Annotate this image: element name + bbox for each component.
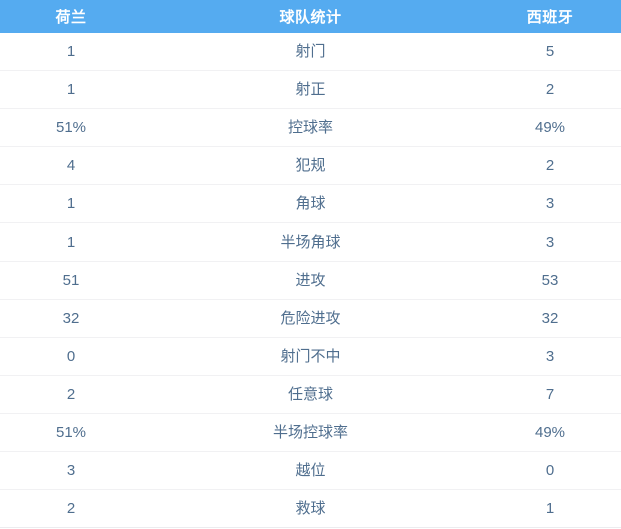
home-value: 0 xyxy=(66,347,76,365)
stat-label: 射正 xyxy=(295,81,326,99)
away-value: 1 xyxy=(545,500,555,518)
away-value: 7 xyxy=(545,385,555,403)
stats-row: 51 进攻 53 xyxy=(0,261,621,300)
away-value: 2 xyxy=(545,81,555,99)
stats-row: 0 射门不中 3 xyxy=(0,337,621,376)
home-value: 4 xyxy=(66,157,76,175)
away-value: 49% xyxy=(534,423,566,441)
stats-row: 1 半场角球 3 xyxy=(0,223,621,262)
home-value: 3 xyxy=(66,462,76,480)
home-value: 32 xyxy=(62,309,80,327)
stat-label: 犯规 xyxy=(295,157,326,175)
stats-row: 1 射门 5 xyxy=(0,33,621,72)
home-value: 2 xyxy=(66,385,76,403)
away-value: 53 xyxy=(541,271,559,289)
stat-label: 控球率 xyxy=(287,119,333,137)
stat-label: 越位 xyxy=(295,462,326,480)
away-value: 0 xyxy=(545,462,555,480)
home-value: 51% xyxy=(55,119,87,137)
stat-label: 任意球 xyxy=(287,385,333,403)
stats-row: 2 任意球 7 xyxy=(0,375,621,414)
header-away-team: 西班牙 xyxy=(526,9,574,26)
stats-row: 1 角球 3 xyxy=(0,185,621,224)
stat-label: 角球 xyxy=(295,195,326,213)
home-value: 1 xyxy=(66,43,76,61)
away-value: 2 xyxy=(545,157,555,175)
stats-row: 51% 控球率 49% xyxy=(0,109,621,148)
stats-row: 2 救球 1 xyxy=(0,490,621,529)
home-value: 1 xyxy=(66,233,76,251)
stat-label: 射门 xyxy=(295,43,326,61)
away-value: 49% xyxy=(534,119,566,137)
stats-rows-container: 1 射门 5 1 射正 2 51% 控球率 49% 4 犯规 2 1 角球 3 1 半场角球 3 51 进攻 53 32 危… xyxy=(0,33,621,529)
home-value: 1 xyxy=(66,81,76,99)
away-value: 5 xyxy=(545,43,555,61)
stat-label: 救球 xyxy=(295,500,326,518)
stat-label: 半场控球率 xyxy=(272,423,348,441)
header-home-team: 荷兰 xyxy=(55,9,87,26)
away-value: 3 xyxy=(545,195,555,213)
header-title: 球队统计 xyxy=(279,9,342,26)
stats-row: 3 越位 0 xyxy=(0,452,621,491)
stat-label: 危险进攻 xyxy=(280,309,341,327)
away-value: 3 xyxy=(545,347,555,365)
team-stats-panel: 荷兰 球队统计 西班牙 1 射门 5 1 射正 2 51% 控球率 49% 4 犯规 2 1 角球 3 1 半场… xyxy=(0,0,621,529)
stat-label: 半场角球 xyxy=(280,233,341,251)
away-value: 3 xyxy=(545,233,555,251)
stat-label: 进攻 xyxy=(295,271,326,289)
stats-row: 1 射正 2 xyxy=(0,71,621,110)
home-value: 2 xyxy=(66,500,76,518)
home-value: 51 xyxy=(62,271,80,289)
stat-label: 射门不中 xyxy=(280,347,341,365)
home-value: 1 xyxy=(66,195,76,213)
home-value: 51% xyxy=(55,423,87,441)
stats-header-row: 荷兰 球队统计 西班牙 xyxy=(0,0,621,33)
away-value: 32 xyxy=(541,309,559,327)
stats-row: 51% 半场控球率 49% xyxy=(0,413,621,453)
stats-row: 32 危险进攻 32 xyxy=(0,299,621,338)
stats-row: 4 犯规 2 xyxy=(0,147,621,186)
